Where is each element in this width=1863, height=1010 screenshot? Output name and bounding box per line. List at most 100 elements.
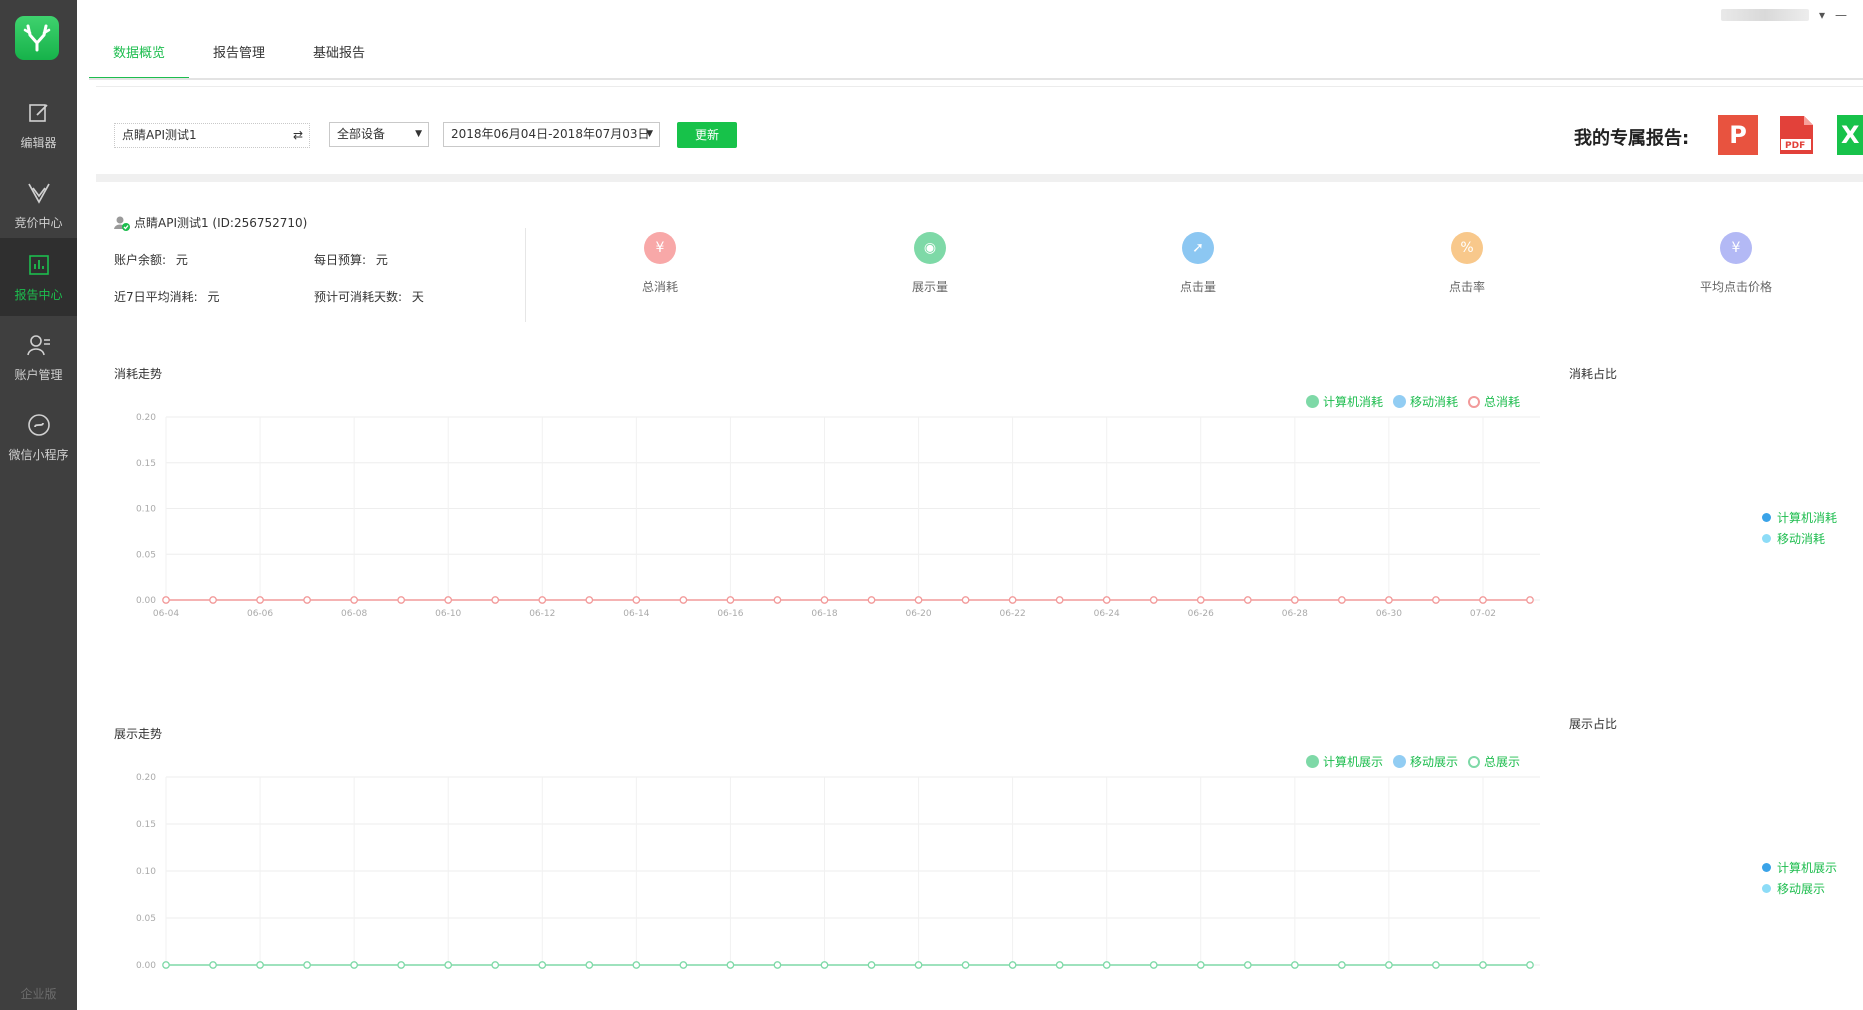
y-tick-label: 0.10 — [136, 505, 156, 515]
data-point — [1149, 596, 1158, 604]
device-select-value: 全部设备 — [337, 127, 386, 141]
my-reports-label: 我的专属报告: — [1574, 128, 1690, 149]
chart-icon — [26, 252, 52, 278]
days-label: 预计可消耗天数: — [314, 290, 403, 304]
data-point — [162, 596, 170, 604]
account-title-text: 点睛API测试1 (ID:256752710) — [134, 216, 308, 230]
window-controls: ▾ — — [1720, 8, 1847, 22]
days-row: 预计可消耗天数: 天 — [314, 288, 424, 305]
edition-label: 企业版 — [20, 987, 57, 1001]
sidebar: 编辑器 竞价中心 报告中心 账户管理 微信小程序 企业版 — [0, 0, 77, 1010]
app-logo[interactable] — [15, 16, 59, 60]
dropdown-arrow-icon[interactable]: ▾ — [1819, 8, 1825, 22]
tab-report-management[interactable]: 报告管理 — [189, 36, 289, 79]
x-tick-label: 06-08 — [341, 609, 367, 619]
data-point — [1008, 961, 1017, 969]
data-point — [1385, 596, 1393, 604]
metric-label: 平均点击价格 — [1699, 280, 1772, 294]
tab-overview[interactable]: 数据概览 — [89, 36, 189, 79]
data-point — [867, 596, 876, 604]
y-tick-label: 0.15 — [136, 459, 156, 469]
x-tick-label: 06-26 — [1188, 609, 1214, 619]
legend-swatch — [1762, 513, 1771, 522]
data-point — [1290, 961, 1299, 969]
x-tick-label: 06-22 — [1000, 609, 1026, 619]
x-tick-label: 06-16 — [717, 609, 743, 619]
sidebar-item-label: 竞价中心 — [14, 215, 63, 230]
account-select-value: 点睛API测试1 — [122, 128, 197, 142]
metric-clicks: ➚ 点击量 — [1133, 232, 1263, 295]
budget-row: 每日预算: 元 — [314, 251, 388, 268]
data-point — [1102, 596, 1111, 604]
y-tick-label: 0.10 — [136, 867, 156, 877]
data-point — [585, 961, 594, 969]
eye-icon: ◉ — [914, 232, 946, 264]
legend-swatch — [1762, 534, 1771, 543]
metric-avg-cpc: ¥ 平均点击价格 — [1671, 232, 1801, 295]
minimize-icon[interactable]: — — [1835, 8, 1847, 22]
data-point — [679, 961, 688, 969]
data-point — [256, 596, 264, 604]
pdf-icon[interactable]: PDF — [1778, 115, 1814, 155]
sidebar-item-account[interactable]: 账户管理 — [0, 318, 77, 396]
data-point — [1196, 596, 1205, 604]
tab-basic-reports[interactable]: 基础报告 — [289, 36, 389, 79]
data-point — [350, 961, 358, 969]
x-tick-label: 06-30 — [1376, 609, 1402, 619]
legend-item[interactable]: 移动展示 — [1762, 878, 1837, 899]
y-tick-label: 0.20 — [136, 773, 156, 783]
data-point — [538, 961, 547, 969]
data-point — [538, 596, 547, 604]
data-point — [1055, 961, 1064, 969]
metric-label: 点击率 — [1448, 280, 1485, 294]
excel-icon-letter: X — [1841, 121, 1860, 149]
x-tick-label: 06-24 — [1094, 609, 1120, 619]
legend-item[interactable]: 移动消耗 — [1762, 528, 1837, 549]
data-point — [1243, 596, 1252, 604]
data-point — [1338, 596, 1346, 604]
date-range-picker[interactable]: 2018年06月04日-2018年07月03日 ▼ — [443, 122, 660, 147]
user-icon — [26, 332, 52, 358]
sidebar-item-reports[interactable]: 报告中心 — [0, 238, 77, 316]
sidebar-item-bidding[interactable]: 竞价中心 — [0, 166, 77, 244]
legend-item[interactable]: 计算机消耗 — [1762, 507, 1837, 528]
data-point — [397, 961, 406, 969]
data-point — [914, 961, 923, 969]
data-point — [303, 961, 311, 969]
x-tick-label: 06-04 — [153, 609, 179, 619]
pdf-icon-text: PDF — [1785, 141, 1806, 151]
update-button[interactable]: 更新 — [677, 122, 737, 148]
y-tick-label: 0.20 — [136, 413, 156, 423]
data-point — [303, 596, 311, 604]
sidebar-item-miniprogram[interactable]: 微信小程序 — [0, 398, 77, 476]
deer-logo-icon — [23, 24, 51, 52]
legend-label: 计算机消耗 — [1777, 511, 1838, 525]
data-point — [961, 596, 970, 604]
y-tick-label: 0.05 — [136, 550, 156, 560]
ppt-icon[interactable]: P — [1718, 115, 1758, 155]
data-point — [1526, 961, 1534, 969]
balance-row: 账户余额: 元 — [114, 251, 188, 268]
days-unit: 天 — [411, 290, 424, 304]
data-point — [1526, 596, 1534, 604]
data-point — [1290, 596, 1299, 604]
y-tick-label: 0.00 — [136, 961, 156, 971]
account-select[interactable]: 点睛API测试1 ⇄ — [114, 123, 310, 148]
data-point — [162, 961, 170, 969]
x-tick-label: 06-06 — [247, 609, 273, 619]
sidebar-item-label: 报告中心 — [14, 287, 63, 302]
data-point — [444, 961, 453, 969]
legend-item[interactable]: 计算机展示 — [1762, 857, 1837, 878]
device-select[interactable]: 全部设备 ▼ — [329, 122, 429, 147]
swap-icon: ⇄ — [292, 128, 303, 142]
data-point — [209, 961, 217, 969]
data-point — [820, 961, 829, 969]
spend-trend-title: 消耗走势 — [114, 367, 163, 381]
sidebar-item-editor[interactable]: 编辑器 — [0, 86, 77, 164]
excel-icon[interactable]: X — [1837, 115, 1863, 155]
data-point — [726, 961, 735, 969]
sidebar-item-label: 账户管理 — [14, 367, 63, 382]
impression-trend-title: 展示走势 — [114, 727, 163, 741]
x-tick-label: 06-14 — [623, 609, 649, 619]
chevron-down-icon: ▼ — [646, 129, 653, 139]
